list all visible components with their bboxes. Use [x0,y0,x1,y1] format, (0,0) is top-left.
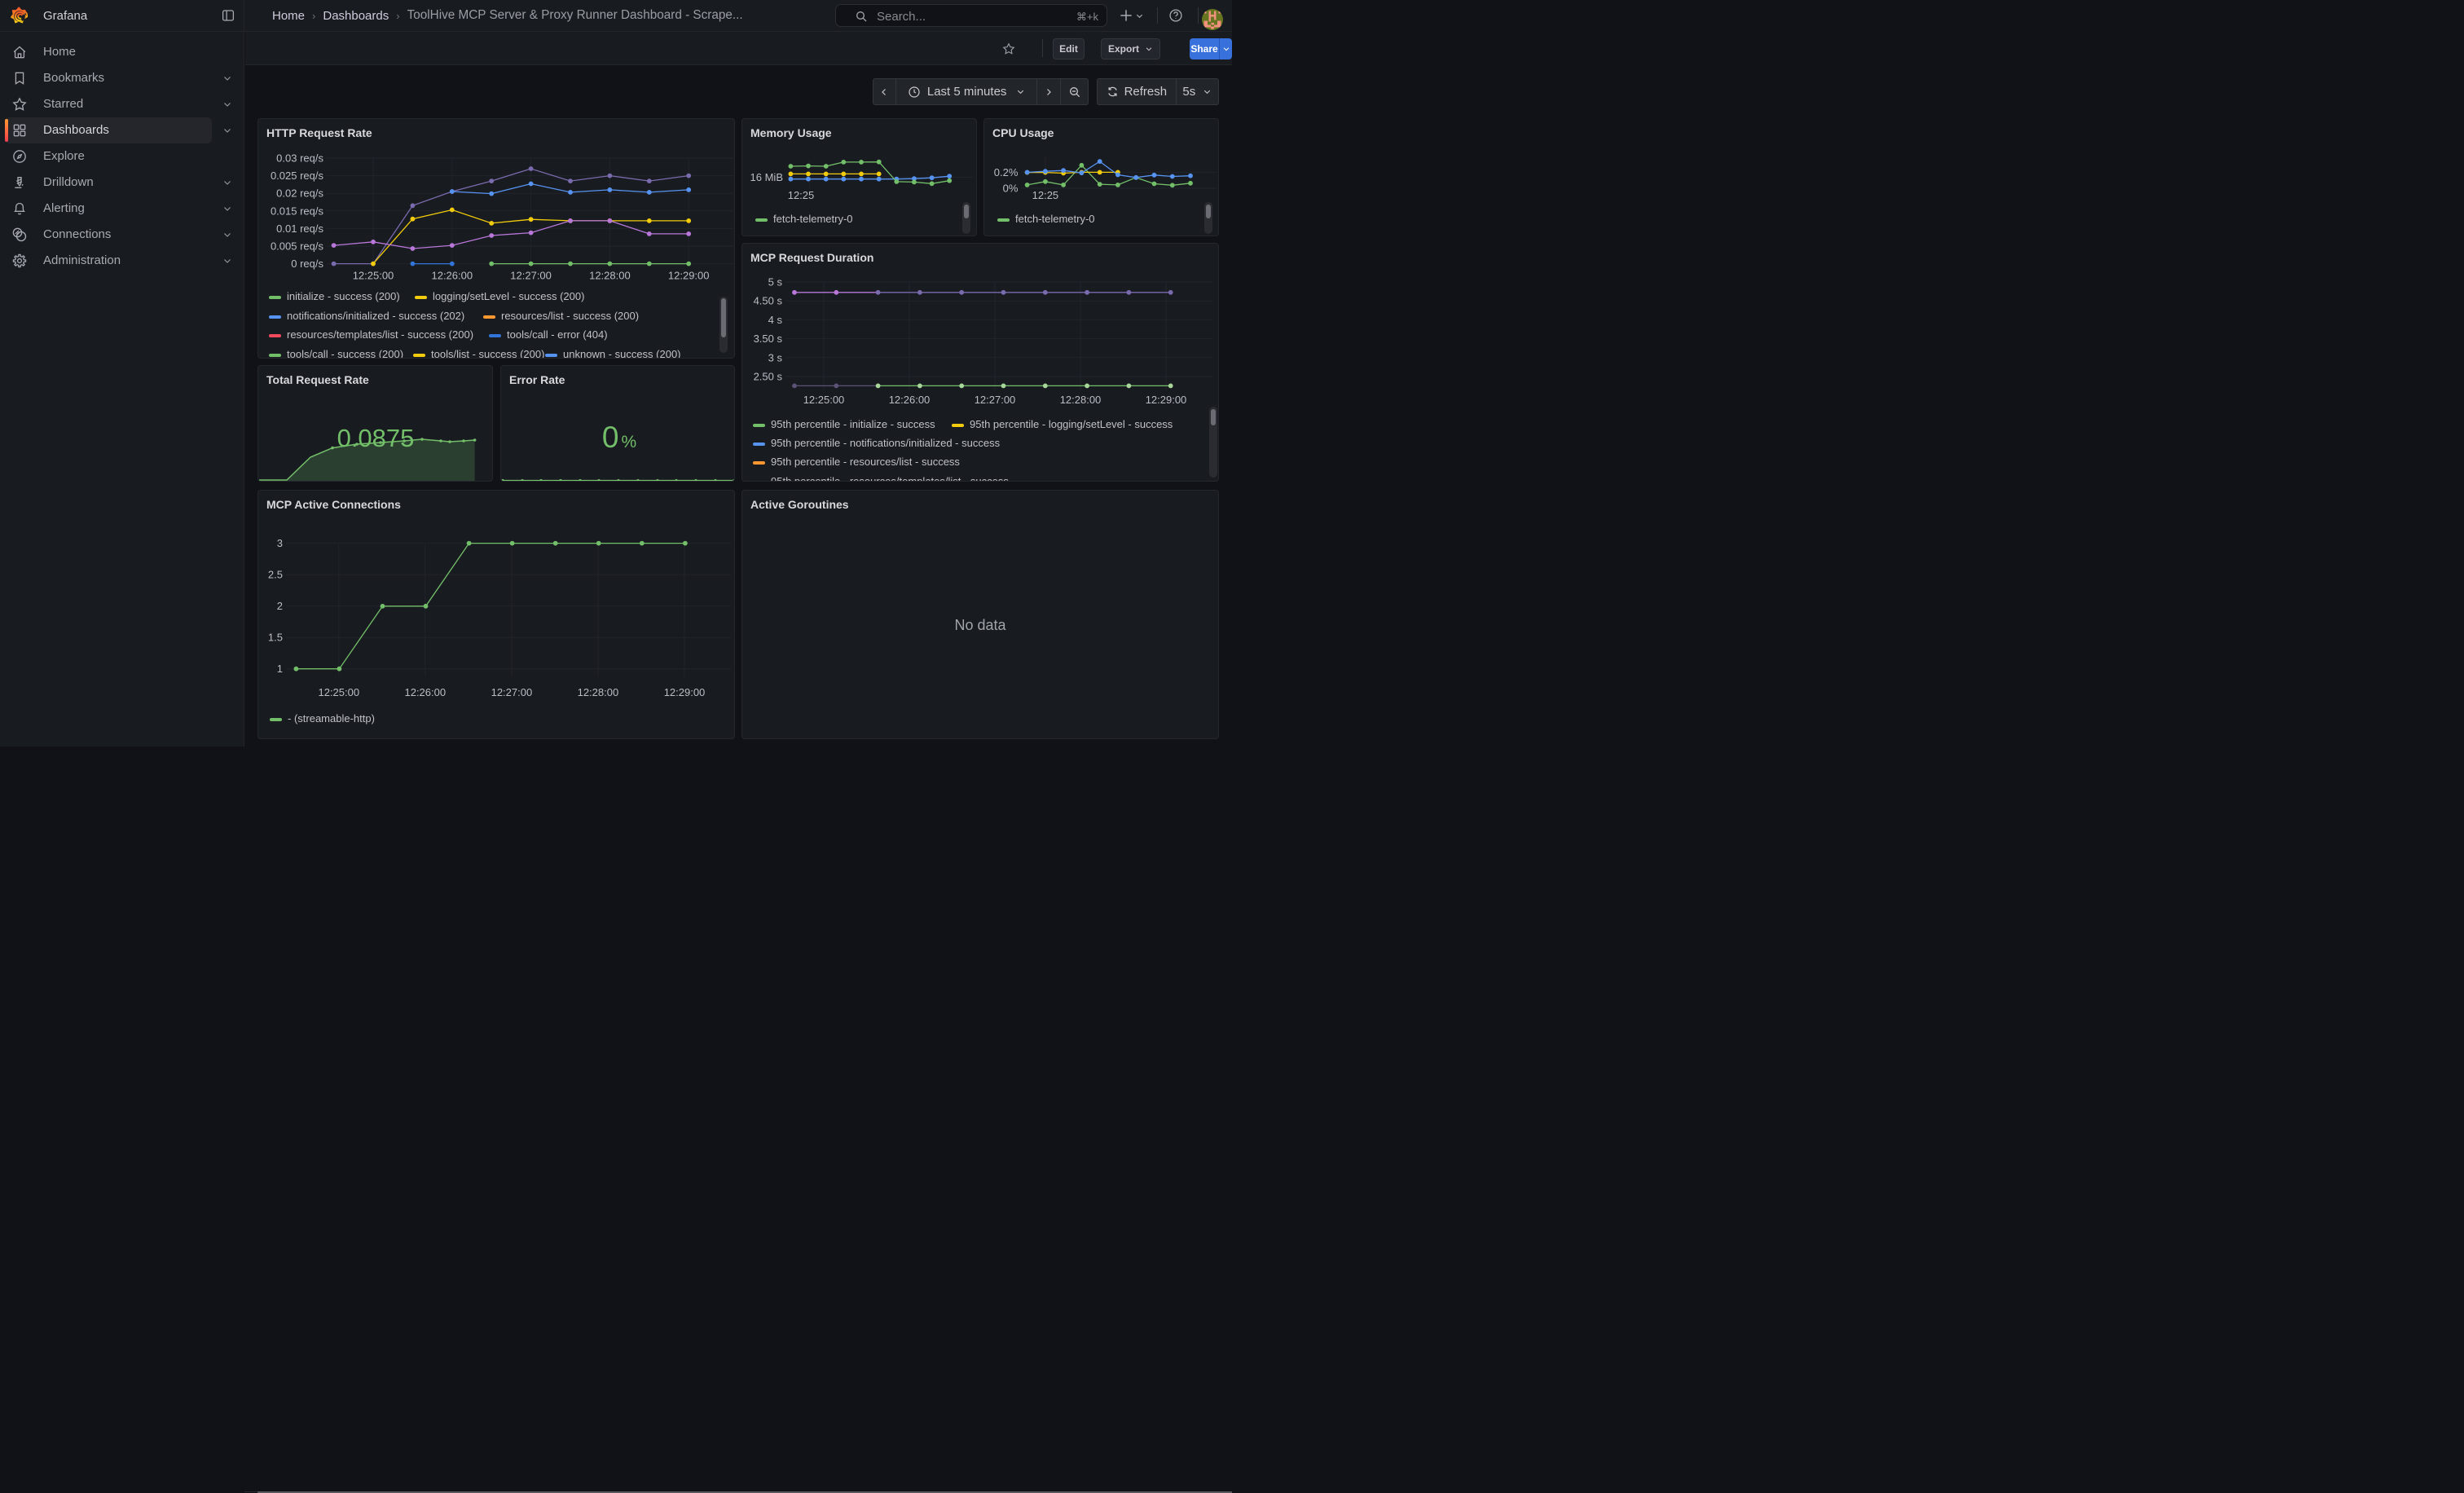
svg-text:12:27:00: 12:27:00 [975,394,1016,406]
svg-text:1.5: 1.5 [268,632,283,644]
svg-text:0%: 0% [1003,183,1019,195]
svg-text:12:26:00: 12:26:00 [404,686,446,698]
svg-text:3 s: 3 s [768,351,783,363]
svg-text:12:29:00: 12:29:00 [668,270,710,282]
svg-text:0.005 req/s: 0.005 req/s [271,240,324,253]
svg-text:0.01 req/s: 0.01 req/s [276,222,323,235]
svg-text:12:25:00: 12:25:00 [318,686,359,698]
svg-text:16 MiB: 16 MiB [750,171,783,183]
svg-text:1: 1 [277,663,283,675]
svg-text:0.025 req/s: 0.025 req/s [271,170,324,182]
svg-text:5 s: 5 s [768,276,783,288]
svg-text:2.5: 2.5 [268,569,283,581]
svg-text:12:29:00: 12:29:00 [664,686,706,698]
svg-text:%: % [622,433,637,451]
svg-text:12:26:00: 12:26:00 [431,270,473,282]
svg-text:0.0875: 0.0875 [337,424,415,452]
svg-text:12:29:00: 12:29:00 [1146,394,1187,406]
svg-text:2.50 s: 2.50 s [754,371,783,383]
svg-text:12:25: 12:25 [1032,189,1059,201]
svg-text:4 s: 4 s [768,314,783,326]
svg-text:0: 0 [602,421,619,454]
svg-text:12:27:00: 12:27:00 [510,270,552,282]
svg-text:0.02 req/s: 0.02 req/s [276,187,323,200]
svg-text:0.2%: 0.2% [994,166,1019,178]
svg-text:12:28:00: 12:28:00 [589,270,631,282]
svg-text:12:25:00: 12:25:00 [353,270,394,282]
svg-text:4.50 s: 4.50 s [754,295,783,307]
svg-text:2: 2 [277,600,283,612]
svg-text:12:25:00: 12:25:00 [803,394,845,406]
svg-text:0 req/s: 0 req/s [291,258,323,270]
svg-text:3.50 s: 3.50 s [754,333,783,345]
svg-text:12:26:00: 12:26:00 [889,394,931,406]
svg-text:0.03 req/s: 0.03 req/s [276,152,323,165]
svg-text:12:28:00: 12:28:00 [1060,394,1102,406]
svg-text:12:28:00: 12:28:00 [578,686,619,698]
svg-text:0.015 req/s: 0.015 req/s [271,205,324,217]
svg-text:12:25: 12:25 [788,189,815,201]
svg-text:3: 3 [277,537,283,549]
svg-text:12:27:00: 12:27:00 [491,686,533,698]
